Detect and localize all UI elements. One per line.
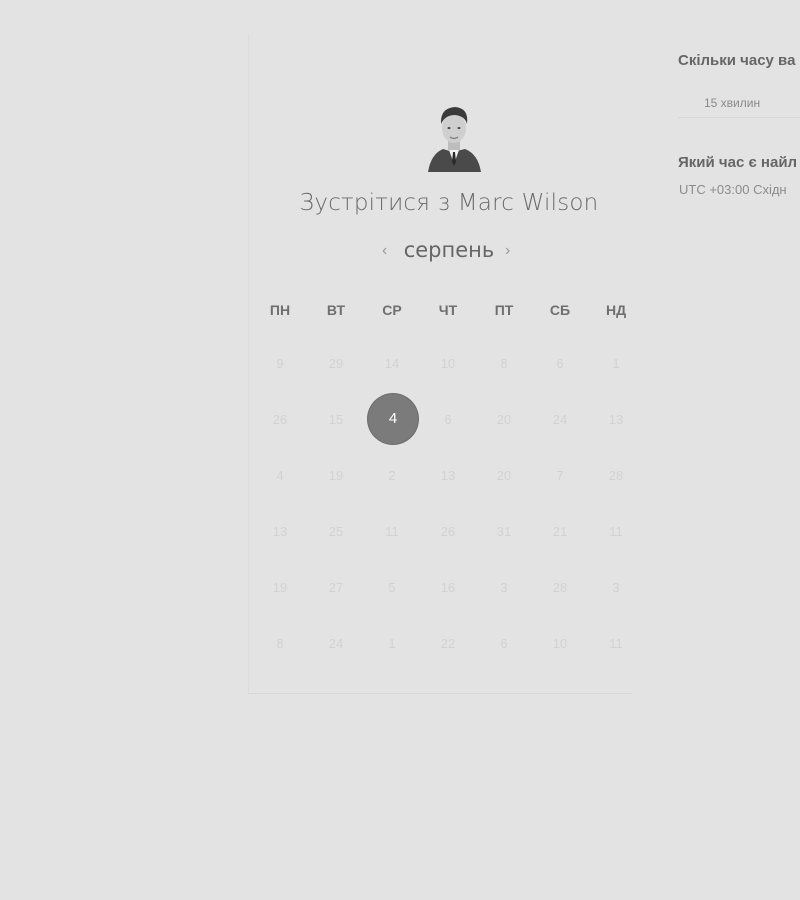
weekday-label: ВТ [326, 302, 346, 318]
duration-option[interactable]: 15 хвилин [704, 96, 760, 110]
calendar-day: 6 [556, 356, 564, 371]
calendar-day: 15 [328, 412, 344, 427]
calendar-day: 13 [440, 468, 456, 483]
calendar-card: Зустрітися з Marc Wilson ‹ серпень › ПН … [248, 34, 632, 694]
time-question: Який час є найл [678, 154, 798, 171]
calendar-day: 26 [440, 524, 456, 539]
calendar-day: 20 [496, 412, 512, 427]
avatar [425, 102, 483, 172]
calendar-day: 26 [272, 412, 288, 427]
calendar-day: 11 [385, 524, 399, 539]
calendar-day: 29 [328, 356, 344, 371]
calendar-day: 19 [328, 468, 344, 483]
calendar-day: 1 [612, 356, 620, 371]
timezone-selector[interactable]: UTC +03:00 Східн [679, 182, 787, 197]
calendar-day: 6 [444, 412, 452, 427]
month-navigation: ‹ серпень › [249, 238, 649, 262]
calendar-day: 11 [609, 636, 623, 651]
weekday-label: СР [382, 302, 402, 318]
calendar-day: 2 [388, 468, 396, 483]
calendar-day: 19 [272, 580, 288, 595]
weekday-label: НД [605, 302, 627, 318]
calendar-day: 3 [500, 580, 508, 595]
calendar-day: 11 [609, 524, 623, 539]
weekday-label: ПТ [494, 302, 514, 318]
calendar-day: 10 [440, 356, 456, 371]
calendar-day: 25 [328, 524, 344, 539]
calendar-day: 1 [388, 636, 396, 651]
calendar-day: 24 [328, 636, 344, 651]
weekday-label: ПН [269, 302, 291, 318]
divider [678, 117, 800, 118]
calendar-day: 5 [388, 580, 396, 595]
calendar-day: 3 [612, 580, 620, 595]
selected-day[interactable]: 4 [368, 394, 418, 444]
weekday-label: СБ [549, 302, 571, 318]
chevron-right-icon[interactable]: › [505, 242, 510, 260]
avatar-portrait-image [428, 107, 481, 172]
calendar-day: 4 [276, 468, 284, 483]
calendar-day: 22 [440, 636, 456, 651]
calendar-day: 8 [276, 636, 284, 651]
calendar-day: 9 [276, 356, 284, 371]
weekday-label: ЧТ [438, 302, 458, 318]
calendar-day: 31 [496, 524, 512, 539]
duration-question: Скільки часу ва [678, 52, 796, 69]
calendar-day: 13 [272, 524, 288, 539]
calendar-day: 8 [500, 356, 508, 371]
calendar-day: 28 [608, 468, 624, 483]
calendar-day: 27 [328, 580, 344, 595]
calendar-day: 6 [500, 636, 508, 651]
calendar-day: 28 [552, 580, 568, 595]
chevron-left-icon[interactable]: ‹ [382, 242, 387, 260]
calendar-day: 14 [384, 356, 400, 371]
page-title: Зустрітися з Marc Wilson [299, 190, 599, 216]
calendar-day: 10 [552, 636, 568, 651]
calendar-day: 24 [552, 412, 568, 427]
calendar-day: 13 [608, 412, 624, 427]
calendar-day: 21 [552, 524, 568, 539]
month-label: серпень [403, 238, 495, 262]
calendar-day: 7 [556, 468, 564, 483]
calendar-day: 20 [496, 468, 512, 483]
calendar-day: 16 [440, 580, 456, 595]
